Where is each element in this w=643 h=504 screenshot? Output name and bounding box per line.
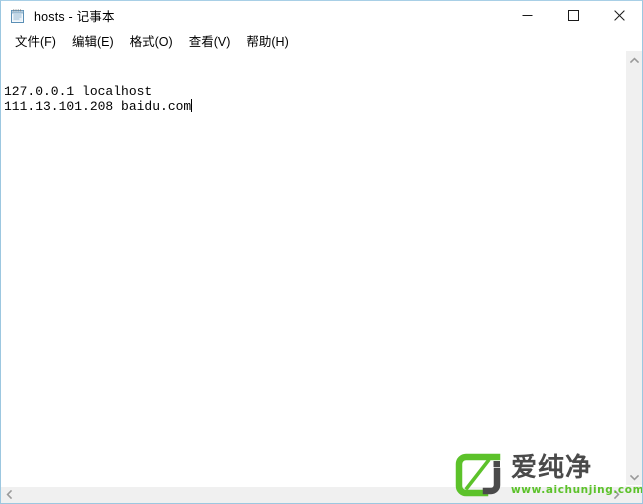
chevron-down-icon [629,468,640,486]
chevron-left-icon [6,486,13,503]
text-line-1: 127.0.0.1 localhost [4,84,153,99]
window-title: hosts - 记事本 [34,10,115,24]
menu-help[interactable]: 帮助(H) [238,30,296,52]
chevron-right-icon [613,486,620,503]
close-icon [613,10,625,21]
minimize-button[interactable] [504,1,550,30]
close-button[interactable] [596,1,642,30]
text-caret [191,99,193,112]
chevron-up-icon [629,51,640,69]
scroll-left-button[interactable] [1,487,18,503]
text-line-2-content: 111.13.101.208 baidu.com [4,99,192,114]
scroll-right-button[interactable] [608,487,625,503]
scroll-up-button[interactable] [626,51,642,69]
scroll-down-button[interactable] [626,468,642,486]
minimize-icon [522,10,533,21]
maximize-button[interactable] [550,1,596,30]
title-bar[interactable]: hosts - 记事本 [1,1,642,30]
editor-top-divider [1,51,642,52]
menu-view[interactable]: 查看(V) [181,30,239,52]
vertical-scrollbar[interactable] [625,51,642,485]
text-line-2: 111.13.101.208 baidu.com [4,99,623,114]
editor-container: 127.0.0.1 localhost 111.13.101.208 baidu.… [1,51,642,503]
menu-edit[interactable]: 编辑(E) [64,30,122,52]
menu-format[interactable]: 格式(O) [122,30,181,52]
notepad-icon [10,8,26,24]
text-editor[interactable]: 127.0.0.1 localhost 111.13.101.208 baidu.… [1,53,623,485]
notepad-window: hosts - 记事本 文件(F) 编辑(E) 格式(O) 查看(V) 帮助(H… [0,0,643,504]
scrollbar-corner [625,486,642,503]
menu-bar: 文件(F) 编辑(E) 格式(O) 查看(V) 帮助(H) [1,30,642,51]
window-controls [504,1,642,30]
horizontal-scrollbar[interactable] [1,486,642,503]
maximize-icon [567,10,579,21]
menu-file[interactable]: 文件(F) [7,30,64,52]
